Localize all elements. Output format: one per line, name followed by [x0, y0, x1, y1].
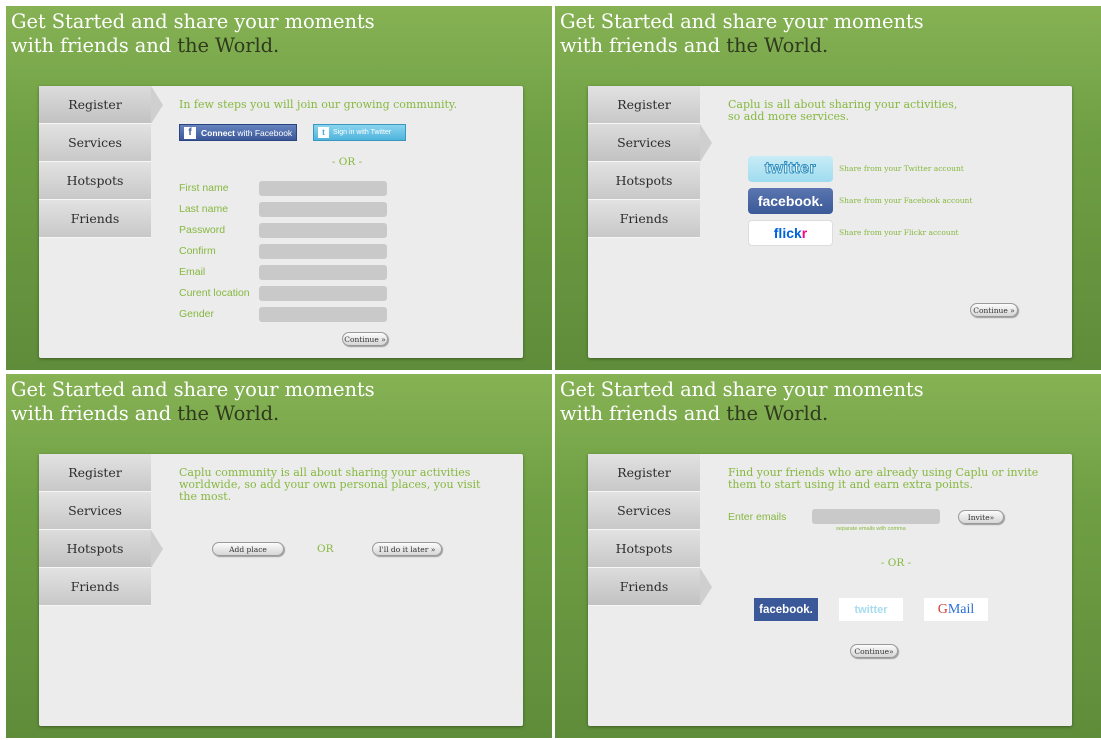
wizard-panel: Register Services Hotspots Friends Find … — [588, 454, 1072, 726]
tab-services[interactable]: Services — [39, 124, 151, 162]
facebook-import-button[interactable]: facebook. — [754, 598, 818, 621]
tab-friends[interactable]: Friends — [588, 200, 700, 238]
tab-friends[interactable]: Friends — [39, 568, 151, 606]
or-divider: - OR - — [880, 557, 912, 569]
gender-row: Gender — [179, 307, 509, 323]
continue-button[interactable]: Continue » — [970, 303, 1018, 317]
wizard-panel: Register Services Hotspots Friends Caplu… — [588, 86, 1072, 358]
tab-friends[interactable]: Friends — [588, 568, 712, 606]
tab-register[interactable]: Register — [39, 454, 151, 492]
twitter-import-button[interactable]: twitter — [839, 598, 903, 621]
tab-hotspots[interactable]: Hotspots — [39, 530, 163, 568]
services-step: Get Started and share your moments with … — [555, 6, 1101, 370]
password-input[interactable] — [259, 223, 387, 238]
headline: Get Started and share your moments with … — [11, 10, 375, 57]
service-flickr[interactable]: flick r Share from your Flickr account — [748, 220, 998, 246]
tab-services[interactable]: Services — [588, 492, 700, 530]
last-name-input[interactable] — [259, 202, 387, 217]
tab-services[interactable]: Services — [588, 124, 712, 162]
step-intro: Find your friends who are already using … — [728, 466, 1039, 491]
flickr-logo[interactable]: flick r — [748, 220, 833, 246]
continue-button[interactable]: Continue » — [342, 332, 388, 346]
password-row: Password — [179, 223, 509, 239]
gmail-import-button[interactable]: G Mail — [924, 598, 988, 621]
tab-hotspots[interactable]: Hotspots — [39, 162, 151, 200]
headline: Get Started and share your moments with … — [560, 378, 924, 425]
emails-input[interactable] — [812, 509, 940, 524]
continue-button[interactable]: Continue» — [850, 644, 898, 658]
twitter-icon: t — [318, 127, 329, 138]
wizard-tabs: Register Services Hotspots Friends — [588, 86, 712, 238]
add-place-button[interactable]: Add place — [212, 542, 284, 556]
twitter-logo[interactable]: twitter — [748, 156, 833, 182]
tab-hotspots[interactable]: Hotspots — [588, 162, 700, 200]
wizard-tabs: Register Services Hotspots Friends — [39, 86, 163, 238]
step-intro: Caplu community is all about sharing you… — [179, 466, 481, 503]
tab-hotspots[interactable]: Hotspots — [588, 530, 700, 568]
tab-register[interactable]: Register — [588, 86, 700, 124]
headline: Get Started and share your moments with … — [11, 378, 375, 425]
location-input[interactable] — [259, 286, 387, 301]
step-intro: In few steps you will join our growing c… — [179, 98, 458, 111]
first-name-input[interactable] — [259, 181, 387, 196]
emails-label: Enter emails — [728, 511, 787, 523]
wizard-panel: Register Services Hotspots Friends In fe… — [39, 86, 523, 358]
invite-button[interactable]: Invite» — [958, 510, 1004, 524]
email-row: Email — [179, 265, 509, 281]
facebook-icon: f — [184, 126, 196, 139]
or-divider: OR — [317, 543, 334, 555]
connect-facebook-button[interactable]: f Connect with Facebook — [179, 124, 297, 141]
email-input[interactable] — [259, 265, 387, 280]
hotspots-step: Get Started and share your moments with … — [6, 374, 552, 738]
tab-friends[interactable]: Friends — [39, 200, 151, 238]
or-divider: - OR - — [331, 156, 363, 168]
headline: Get Started and share your moments with … — [560, 10, 924, 57]
register-step: Get Started and share your moments with … — [6, 6, 552, 370]
wizard-panel: Register Services Hotspots Friends Caplu… — [39, 454, 523, 726]
first-name-row: First name — [179, 181, 509, 197]
confirm-row: Confirm — [179, 244, 509, 260]
service-twitter[interactable]: twitter Share from your Twitter account — [748, 156, 998, 182]
location-row: Curent location — [179, 286, 509, 302]
gender-select[interactable] — [259, 307, 387, 322]
tab-register[interactable]: Register — [588, 454, 700, 492]
tab-services[interactable]: Services — [39, 492, 151, 530]
last-name-row: Last name — [179, 202, 509, 218]
facebook-logo[interactable]: facebook. — [748, 188, 833, 214]
sign-in-twitter-button[interactable]: t Sign in with Twitter — [313, 124, 406, 141]
do-it-later-button[interactable]: I'll do it later » — [372, 542, 442, 556]
wizard-tabs: Register Services Hotspots Friends — [39, 454, 163, 606]
emails-hint: separate emails with comma — [836, 526, 906, 532]
service-facebook[interactable]: facebook. Share from your Facebook accou… — [748, 188, 998, 214]
friends-step: Get Started and share your moments with … — [555, 374, 1101, 738]
wizard-tabs: Register Services Hotspots Friends — [588, 454, 712, 606]
tab-register[interactable]: Register — [39, 86, 163, 124]
confirm-password-input[interactable] — [259, 244, 387, 259]
step-intro: Caplu is all about sharing your activiti… — [728, 98, 958, 123]
